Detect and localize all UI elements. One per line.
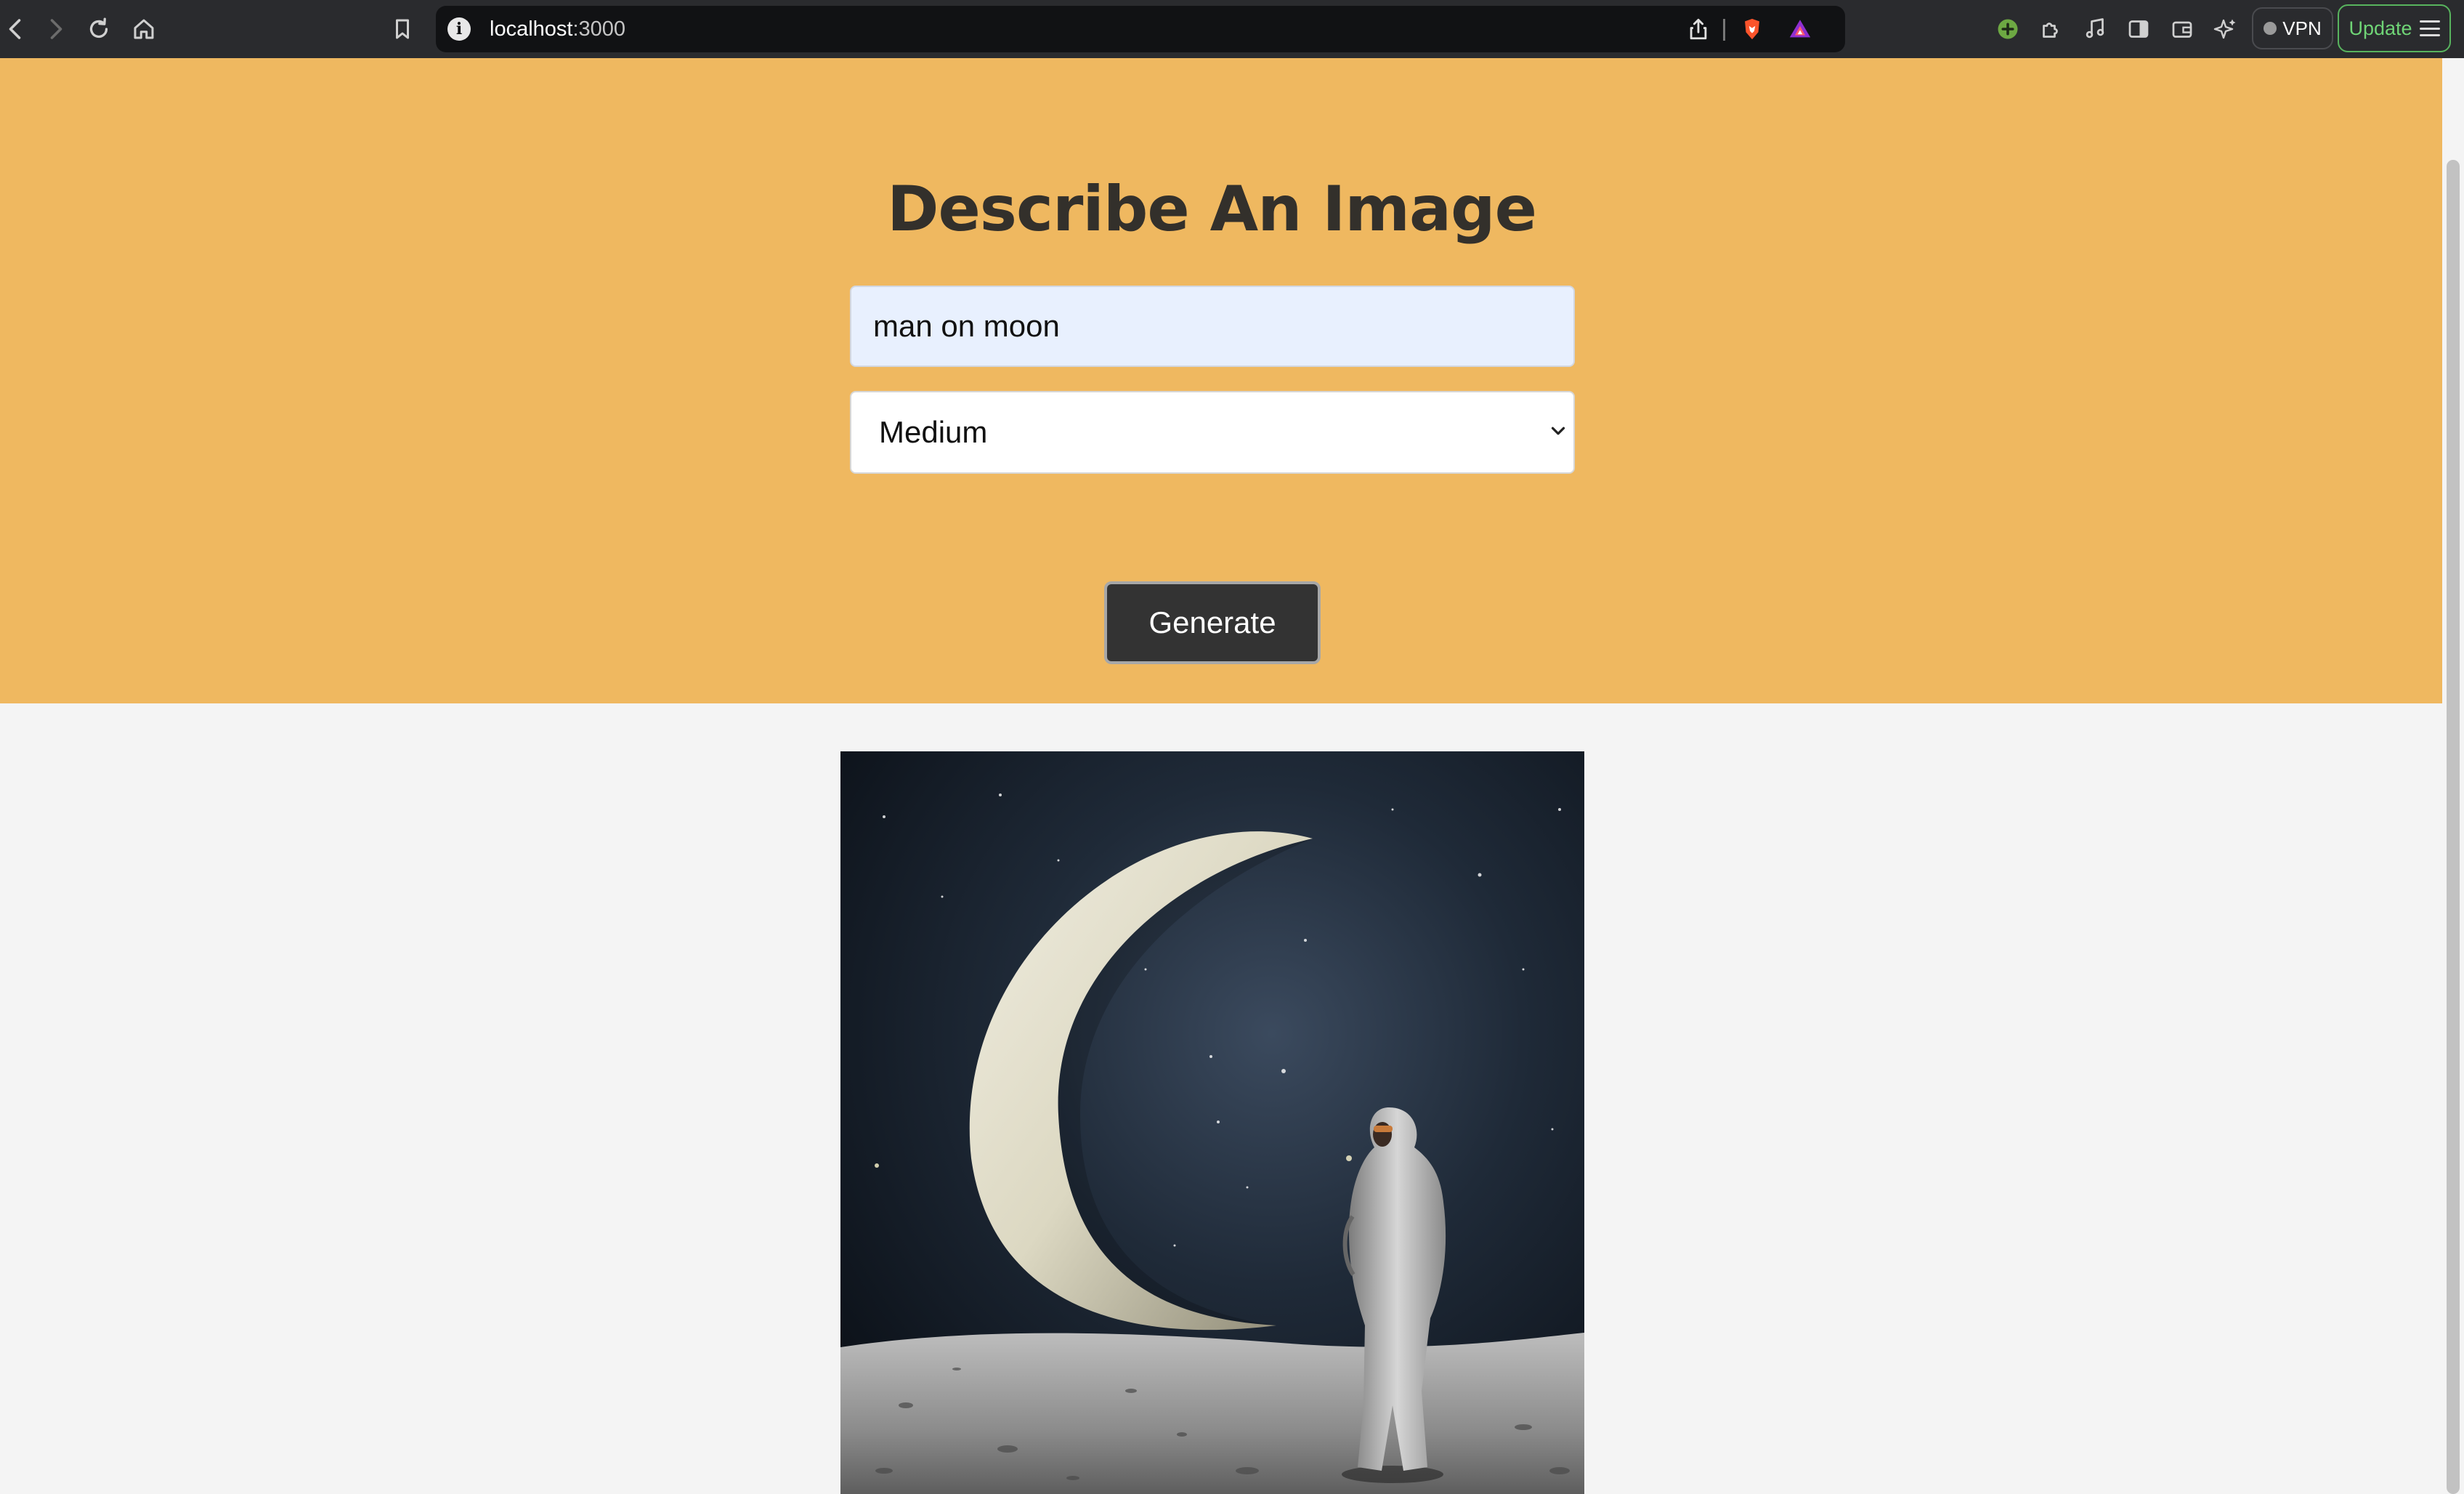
reload-icon[interactable]: [78, 9, 119, 49]
home-icon[interactable]: [123, 9, 164, 49]
leo-ai-icon[interactable]: [2205, 9, 2246, 49]
url-text[interactable]: localhost:3000: [490, 16, 625, 42]
share-icon[interactable]: [1682, 13, 1714, 45]
media-music-icon[interactable]: [2075, 9, 2115, 49]
brave-rewards-icon[interactable]: [1784, 13, 1816, 45]
update-label: Update: [2348, 17, 2412, 39]
vpn-button[interactable]: VPN: [2252, 7, 2333, 49]
prompt-section: Describe An Image Medium Generate: [0, 58, 2442, 703]
add-extension-icon[interactable]: [1987, 9, 2028, 49]
extensions-icon[interactable]: [2031, 9, 2072, 49]
forward-icon[interactable]: [35, 9, 76, 49]
menu-icon: [2419, 20, 2440, 36]
wallet-icon[interactable]: [2162, 9, 2202, 49]
chevron-down-icon: [1551, 427, 1565, 435]
generate-button[interactable]: Generate: [1104, 581, 1321, 664]
generated-image: [840, 751, 1584, 1494]
brave-shields-icon[interactable]: [1736, 13, 1768, 45]
image-size-selected: Medium: [879, 415, 988, 449]
bookmark-icon[interactable]: [382, 9, 423, 49]
back-icon[interactable]: [0, 9, 36, 49]
browser-toolbar: i localhost:3000 VPN Update: [0, 0, 2464, 58]
address-bar-divider: [1723, 19, 1725, 41]
prompt-input[interactable]: [850, 286, 1575, 367]
image-size-select[interactable]: Medium: [850, 391, 1575, 474]
vpn-label: VPN: [2282, 17, 2322, 39]
sidebar-icon[interactable]: [2118, 9, 2159, 49]
address-bar[interactable]: i localhost:3000: [436, 6, 1845, 52]
scrollbar-thumb[interactable]: [2447, 160, 2460, 1494]
site-info-icon[interactable]: i: [447, 17, 471, 41]
page-title: Describe An Image: [887, 173, 1537, 246]
vpn-status-icon: [2264, 22, 2277, 35]
update-button[interactable]: Update: [2338, 4, 2451, 52]
